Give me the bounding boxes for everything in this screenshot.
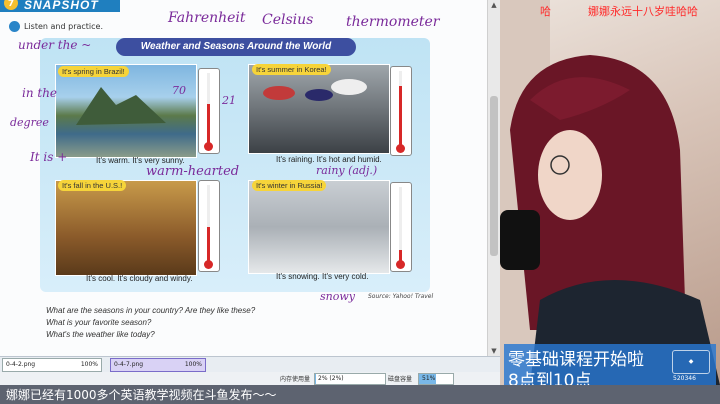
- image-viewer: 7 SNAPSHOT Listen and practice. Weather …: [0, 0, 487, 356]
- ticker-text: 娜娜已经有1000多个英语教学视频在斗鱼发布～～: [6, 388, 277, 402]
- section-title: SNAPSHOT: [24, 0, 99, 12]
- streamer-figure: [500, 0, 720, 385]
- photo-russia: [248, 180, 390, 274]
- thermometer-russia: [390, 182, 412, 272]
- note-thermometer: thermometer: [346, 14, 440, 30]
- memory-meter: 2% (2%): [314, 373, 386, 385]
- sentence-us: It's cool. It's cloudy and windy.: [86, 274, 193, 283]
- photo-korea: [248, 64, 390, 154]
- thermometer-us: [198, 180, 220, 272]
- memory-value: 2% (2%): [318, 375, 344, 382]
- tab-zoom: 100%: [80, 361, 98, 368]
- thermometer-brazil: [198, 68, 220, 154]
- tab-label: 0-4-7.png: [114, 361, 144, 368]
- caption-russia: It's winter in Russia!: [252, 180, 327, 191]
- note-it-is: It is +: [30, 150, 68, 164]
- caption-korea: It's summer in Korea!: [252, 64, 331, 75]
- disk-value: 51%: [422, 375, 436, 382]
- note-degree: degree: [10, 116, 49, 129]
- audio-icon: [9, 21, 20, 32]
- stream-text-left: 哈: [540, 5, 551, 18]
- room-number: 520346: [673, 375, 696, 382]
- photo-brazil: [55, 64, 197, 158]
- question-1: What are the seasons in your country? Ar…: [46, 306, 256, 315]
- tab-zoom: 100%: [184, 361, 202, 368]
- scroll-down-icon[interactable]: ▼: [488, 346, 500, 356]
- note-in-the: in the: [22, 86, 58, 100]
- section-header: 7 SNAPSHOT: [0, 0, 120, 12]
- note-fahrenheit: Fahrenheit: [168, 10, 246, 26]
- tab-image-2[interactable]: 0-4-7.png 100%: [110, 358, 206, 372]
- note-rainy: rainy (adj.): [316, 164, 378, 177]
- caption-us: It's fall in the U.S.!: [58, 180, 127, 191]
- photo-us: [55, 180, 197, 276]
- memory-label: 内存使用量: [280, 376, 311, 383]
- webcam-feed: [500, 0, 720, 385]
- question-3: What's the weather like today?: [46, 330, 155, 339]
- disk-meter: 51%: [418, 373, 454, 385]
- disk-label: 磁盘容量: [388, 376, 413, 383]
- caption-brazil: It's spring in Brazil!: [58, 66, 129, 77]
- note-70: 70: [172, 84, 186, 97]
- note-celsius: Celsius: [262, 12, 314, 28]
- tab-label: 0-4-2.png: [6, 361, 36, 368]
- sentence-russia: It's snowing. It's very cold.: [276, 272, 369, 281]
- umbrellas-shape: [263, 79, 367, 101]
- scroll-up-icon[interactable]: ▲: [488, 0, 500, 10]
- section-number: 7: [4, 0, 18, 10]
- note-under-the: under the ~: [18, 38, 92, 52]
- question-2: What is your favorite season?: [46, 318, 152, 327]
- listen-label: Listen and practice.: [24, 22, 104, 31]
- source-note: Source: Yahoo! Travel: [368, 293, 434, 300]
- scroll-thumb[interactable]: [490, 96, 498, 256]
- vertical-scrollbar[interactable]: ▲ ▼: [487, 0, 500, 356]
- mountain-shape: [76, 87, 166, 125]
- sentence-korea: It's raining. It's hot and humid.: [276, 155, 382, 164]
- banner-title: Weather and Seasons Around the World: [116, 38, 356, 56]
- thermometer-korea: [390, 66, 412, 156]
- tab-image-1[interactable]: 0-4-2.png 100%: [2, 358, 102, 372]
- note-warm-hearted: warm-hearted: [146, 164, 240, 179]
- note-21: 21: [222, 94, 236, 107]
- stream-text-right: 娜娜永远十八岁哇哈哈: [588, 5, 698, 18]
- note-snowy: snowy: [320, 290, 355, 303]
- douyu-logo-icon: ◆: [672, 350, 710, 374]
